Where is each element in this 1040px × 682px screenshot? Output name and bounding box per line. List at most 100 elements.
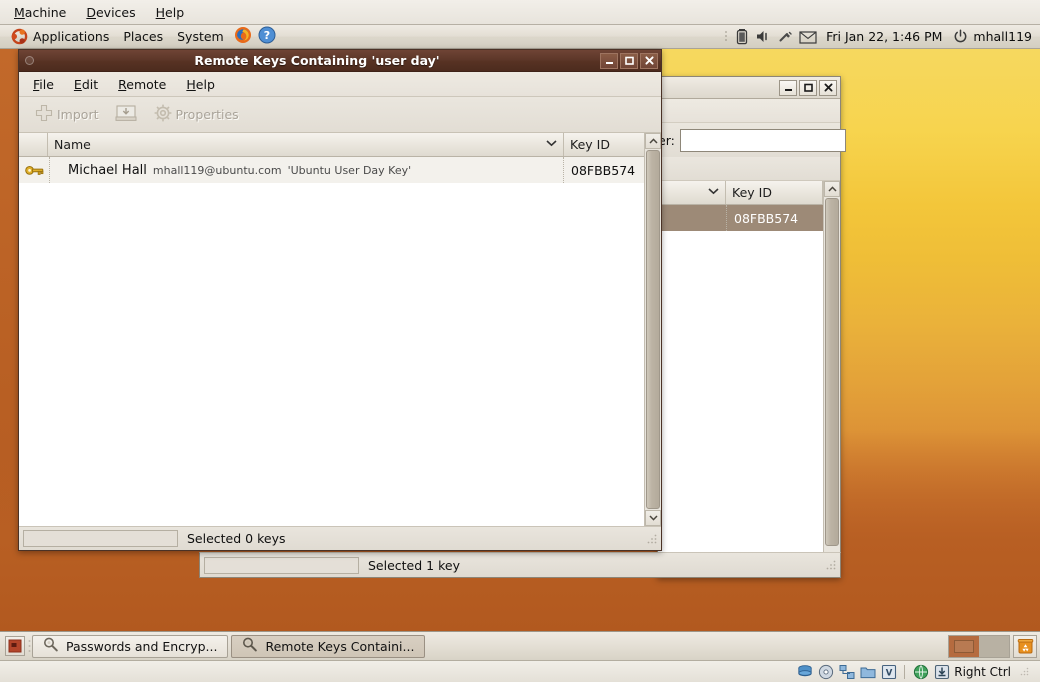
back-window-menubar[interactable] — [658, 99, 840, 123]
window-title: Remote Keys Containing 'user day' — [194, 53, 440, 68]
front-window-maximize-button[interactable] — [620, 52, 638, 69]
username-label[interactable]: mhall119 — [973, 29, 1032, 44]
workspace-2[interactable] — [979, 635, 1009, 657]
battery-icon[interactable] — [732, 28, 751, 46]
vbox-menu-devices[interactable]: Devices — [78, 2, 143, 23]
taskbar-grip — [27, 637, 32, 655]
table-row[interactable]: 08FBB574 — [658, 205, 823, 231]
system-menu[interactable]: System — [170, 27, 231, 46]
menu-edit[interactable]: Edit — [64, 73, 108, 96]
back-window-minimize-button[interactable] — [779, 79, 797, 96]
row-owner-email: mhall119@ubuntu.com — [152, 163, 282, 177]
back-window-statusbar: Selected 1 key — [199, 552, 841, 578]
network-disconnected-icon[interactable] — [776, 28, 795, 46]
front-window-menubar: File Edit Remote Help — [19, 72, 661, 97]
remote-keys-window[interactable]: Remote Keys Containing 'user day' File E… — [18, 49, 662, 551]
back-window-key-list[interactable]: Key ID 08FBB574 — [658, 181, 840, 577]
ubuntu-logo-icon — [11, 28, 28, 45]
firefox-launcher[interactable] — [231, 24, 255, 49]
front-scroll-thumb[interactable] — [646, 150, 660, 509]
workspace-switcher[interactable] — [948, 634, 1010, 658]
gnome-bottom-panel: Passwords and Encryp... Remote Keys Cont… — [0, 631, 1040, 660]
gear-icon — [153, 103, 173, 126]
window-menu-icon[interactable] — [25, 56, 34, 65]
import-button-label: Import — [57, 107, 99, 122]
front-scroll-track[interactable] — [645, 149, 661, 510]
front-window-minimize-button[interactable] — [600, 52, 618, 69]
column-keyid[interactable]: Key ID — [564, 133, 644, 156]
virtualization-icon[interactable]: V — [880, 663, 897, 680]
front-status-text: Selected 0 keys — [187, 531, 286, 546]
applications-menu-label: Applications — [33, 29, 110, 44]
scroll-down-icon[interactable] — [645, 510, 661, 526]
menu-help[interactable]: Help — [176, 73, 225, 96]
front-window-toolbar: Import Properties — [19, 97, 661, 133]
chevron-down-icon — [708, 187, 719, 198]
taskbar-item-remote-keys[interactable]: Remote Keys Containi... — [231, 634, 426, 658]
import-button[interactable]: Import — [27, 99, 106, 130]
gnome-top-panel: Applications Places System ? Fri Jan 22,… — [0, 25, 1040, 49]
column-keyid-label: Key ID — [570, 137, 610, 152]
table-row[interactable]: Michael Hall mhall119@ubuntu.com 'Ubuntu… — [19, 157, 644, 183]
virtualbox-statusbar: V Right Ctrl — [0, 660, 1040, 682]
front-window-close-button[interactable] — [640, 52, 658, 69]
remote-display-icon[interactable] — [912, 663, 929, 680]
workspace-1[interactable] — [949, 635, 979, 657]
taskbar-item-passwords[interactable]: Passwords and Encryp... — [32, 634, 229, 658]
power-icon[interactable] — [951, 28, 970, 46]
back-window-column-keyid[interactable]: Key ID — [726, 181, 823, 204]
mail-icon[interactable] — [798, 28, 817, 46]
front-window-scrollbar[interactable] — [644, 133, 661, 526]
export-button[interactable] — [108, 99, 144, 130]
back-status-progress-pane — [204, 556, 359, 574]
firefox-icon — [234, 26, 252, 47]
front-window-statusbar: Selected 0 keys — [19, 526, 661, 550]
remote-keys-list[interactable]: Name Key ID Michael Hall mhall119@ubuntu… — [19, 133, 661, 526]
cd-icon[interactable] — [817, 663, 834, 680]
scroll-up-icon[interactable] — [824, 181, 840, 197]
svg-text:?: ? — [264, 29, 270, 42]
front-resize-grip[interactable] — [646, 533, 658, 545]
places-menu[interactable]: Places — [116, 27, 170, 46]
harddisk-icon[interactable] — [796, 663, 813, 680]
front-window-titlebar[interactable]: Remote Keys Containing 'user day' — [19, 50, 661, 72]
key-search-icon — [242, 637, 258, 655]
back-scroll-thumb[interactable] — [825, 198, 839, 546]
vbox-resize-grip — [1019, 666, 1031, 678]
volume-icon[interactable] — [754, 28, 773, 46]
column-name[interactable]: Name — [48, 133, 564, 156]
vbox-menu-help[interactable]: Help — [148, 2, 193, 23]
clock[interactable]: Fri Jan 22, 1:46 PM — [820, 29, 948, 44]
trash-icon[interactable] — [1013, 634, 1037, 658]
help-launcher[interactable]: ? — [255, 24, 279, 49]
mouse-capture-icon[interactable] — [933, 663, 950, 680]
chevron-down-icon — [546, 139, 557, 150]
back-window-column-headers: Key ID — [658, 181, 823, 205]
back-window-scrollbar[interactable] — [823, 181, 840, 577]
row-key-comment: 'Ubuntu User Day Key' — [287, 163, 412, 177]
back-resize-grip[interactable] — [825, 559, 837, 571]
taskbar-item-remote-keys-label: Remote Keys Containi... — [265, 638, 415, 654]
back-scroll-track[interactable] — [824, 197, 840, 561]
back-window-titlebar[interactable] — [658, 77, 840, 99]
column-icon[interactable] — [19, 133, 48, 156]
menu-file[interactable]: File — [23, 73, 64, 96]
menu-remote[interactable]: Remote — [108, 73, 176, 96]
network-icon[interactable] — [838, 663, 855, 680]
row-name-cell: Michael Hall mhall119@ubuntu.com 'Ubuntu… — [50, 163, 563, 178]
empty-list-area[interactable] — [19, 183, 644, 526]
shared-folder-icon[interactable] — [859, 663, 876, 680]
properties-button[interactable]: Properties — [146, 99, 246, 130]
passwords-and-encryption-keys-window[interactable]: er: Key ID 08FBB574 — [657, 76, 846, 578]
filter-input[interactable] — [679, 128, 846, 152]
back-window-maximize-button[interactable] — [799, 79, 817, 96]
virtualbox-menubar: MMachineachine Devices Help — [0, 0, 1040, 25]
show-desktop-icon[interactable] — [5, 636, 25, 656]
vbox-menu-machine[interactable]: MMachineachine — [6, 2, 74, 23]
back-window-close-button[interactable] — [819, 79, 837, 96]
back-window-column-name[interactable] — [658, 181, 726, 204]
column-name-label: Name — [54, 137, 91, 152]
help-icon: ? — [258, 26, 276, 47]
scroll-up-icon[interactable] — [645, 133, 661, 149]
applications-menu[interactable]: Applications — [4, 26, 116, 47]
